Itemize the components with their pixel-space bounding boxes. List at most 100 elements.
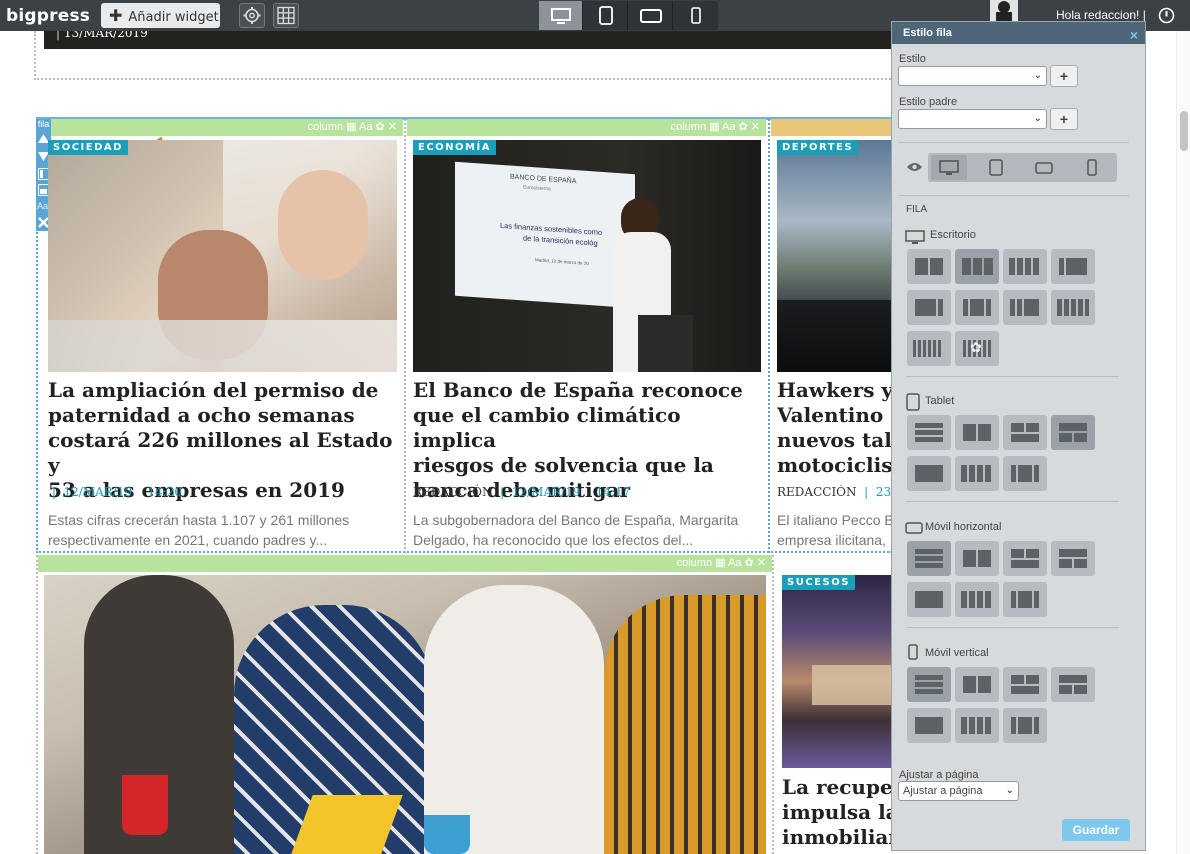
column-bar-2[interactable]: column ▦ Aa ✿ ✕	[407, 119, 766, 136]
font-size-label[interactable]: Aa	[722, 121, 735, 133]
tablet-layout-1-2-1[interactable]	[1003, 456, 1047, 491]
panel-close-icon[interactable]: ×	[1130, 24, 1138, 46]
device-switcher	[539, 1, 718, 30]
avatar[interactable]	[990, 0, 1018, 22]
portrait-layout-2-cols[interactable]	[955, 667, 999, 702]
portrait-layout-1-2-1[interactable]	[1003, 708, 1047, 743]
article-title-5[interactable]: La recuper impulsa la inmobiliar	[782, 775, 892, 850]
layout-3-cols[interactable]	[955, 249, 999, 284]
chevron-down-icon: ⌄	[1033, 70, 1042, 81]
landscape-layout-1-2[interactable]	[1051, 541, 1095, 576]
landscape-layout-1-2-1[interactable]	[1003, 582, 1047, 617]
tablet-layout-2-1[interactable]	[1003, 415, 1047, 450]
layout-1-1-2-cols[interactable]	[1003, 290, 1047, 325]
font-size-label[interactable]: Aa	[359, 121, 372, 133]
title-line: La recuper	[782, 775, 892, 799]
column-label: column	[670, 121, 707, 133]
row-label: fila	[37, 119, 50, 129]
layout-4-cols[interactable]	[1003, 249, 1047, 284]
meta-separator: |	[48, 485, 60, 499]
panel-title: Estilo fila	[903, 27, 952, 39]
layout-3-1-cols[interactable]	[907, 290, 951, 325]
article-time: 14:17	[595, 485, 631, 499]
layout-custom[interactable]: ✿	[955, 331, 999, 366]
app-logo: bigpress	[6, 6, 91, 26]
estilo-padre-select[interactable]: ⌄	[898, 109, 1047, 129]
mobile-portrait-icon[interactable]	[1074, 155, 1110, 180]
greeting-text: Hola redaccion!	[1056, 8, 1140, 22]
title-line: impulsa la	[782, 800, 892, 824]
power-icon[interactable]	[1158, 7, 1175, 24]
portrait-layout-2-1[interactable]	[1003, 667, 1047, 702]
article-image-4[interactable]	[44, 575, 766, 854]
landscape-layout-2-1[interactable]	[1003, 541, 1047, 576]
mobile-landscape-icon[interactable]	[1026, 155, 1062, 180]
scrollbar-thumb[interactable]	[1180, 111, 1188, 151]
estilo-select[interactable]: ⌄	[898, 66, 1047, 86]
font-size-label[interactable]: Aa	[728, 557, 741, 569]
column-bar-4[interactable]: column ▦ Aa ✿ ✕	[38, 555, 772, 572]
row-font-label[interactable]: Aa	[37, 201, 48, 211]
layout-1-2-1-cols[interactable]	[955, 290, 999, 325]
grid-button[interactable]	[273, 3, 299, 28]
tablet-layout-stacked[interactable]	[907, 415, 951, 450]
movil-vertical-label: Móvil vertical	[925, 647, 989, 659]
category-badge-deportes[interactable]: DEPORTES	[777, 140, 859, 155]
device-mobile-portrait-button[interactable]	[674, 1, 718, 30]
settings-button[interactable]	[239, 3, 265, 28]
mobile-portrait-icon	[691, 7, 701, 24]
title-line: nuevos tale	[777, 428, 892, 452]
article-date: 12/MAR/19	[511, 485, 581, 499]
baby-face	[278, 170, 368, 280]
portrait-layout-stacked[interactable]	[907, 667, 951, 702]
page-scrollbar[interactable]	[1176, 31, 1190, 854]
column-bar-3[interactable]	[771, 119, 892, 136]
article-excerpt-1: Estas cifras crecerán hasta 1.107 y 261 …	[48, 510, 398, 550]
tablet-icon[interactable]	[978, 155, 1014, 180]
layout-6-cols[interactable]	[907, 331, 951, 366]
portrait-layout-1-2[interactable]	[1051, 667, 1095, 702]
add-widget-button[interactable]: ✚ Añadir widget	[101, 3, 220, 28]
landscape-layout-2-cols[interactable]	[955, 541, 999, 576]
article-image-5[interactable]	[782, 575, 892, 768]
category-badge-sucesos[interactable]: SUCESOS	[782, 575, 855, 590]
article-title-3[interactable]: Hawkers y Valentino R nuevos tale motoci…	[777, 378, 892, 478]
column-divider	[772, 555, 774, 854]
device-mobile-landscape-button[interactable]	[629, 1, 673, 30]
add-estilo-padre-button[interactable]: +	[1050, 108, 1078, 130]
visibility-desktop-button[interactable]	[931, 155, 967, 180]
divider	[906, 376, 1119, 377]
portrait-layout-4-cols[interactable]	[955, 708, 999, 743]
layout-2-cols[interactable]	[907, 249, 951, 284]
portrait-layout-centered[interactable]	[907, 708, 951, 743]
landscape-layout-centered[interactable]	[907, 582, 951, 617]
tablet-layout-4-cols[interactable]	[955, 456, 999, 491]
article-image-3[interactable]	[777, 140, 892, 372]
gear-icon	[243, 7, 261, 24]
article-image-1[interactable]	[48, 140, 397, 372]
title-line: costará 226 millones al Estado y	[48, 428, 393, 477]
article-author: REDACCIÓN	[777, 485, 857, 499]
tablet-layout-2-cols[interactable]	[955, 415, 999, 450]
landscape-layout-4-cols[interactable]	[955, 582, 999, 617]
ajustar-select[interactable]: Ajustar a página ⌄	[898, 781, 1019, 801]
eye-icon[interactable]	[906, 161, 923, 173]
layout-5-cols[interactable]	[1051, 290, 1095, 325]
category-badge-economia[interactable]: ECONOMÍA	[413, 140, 496, 155]
excerpt-line: Estas cifras crecerán hasta 1.107 y 261 …	[48, 512, 350, 528]
blue-mug	[424, 815, 470, 854]
column-bar-1[interactable]: column ▦ Aa ✿ ✕	[51, 119, 403, 136]
article-image-2[interactable]: BANCO DE ESPAÑA Eurosistema Las finanzas…	[413, 140, 761, 372]
save-button[interactable]: Guardar	[1062, 819, 1130, 841]
device-desktop-button[interactable]	[539, 1, 583, 30]
tablet-layout-1-2[interactable]	[1051, 415, 1095, 450]
article-date: 23/M	[875, 485, 892, 499]
category-badge-sociedad[interactable]: SOCIEDAD	[48, 140, 128, 155]
add-estilo-button[interactable]: +	[1050, 65, 1078, 87]
layout-1-3-cols[interactable]	[1051, 249, 1095, 284]
landscape-layout-stacked[interactable]	[907, 541, 951, 576]
red-mug	[122, 775, 168, 835]
device-tablet-button[interactable]	[584, 1, 628, 30]
mobile-portrait-icon	[908, 644, 918, 660]
tablet-layout-centered[interactable]	[907, 456, 951, 491]
